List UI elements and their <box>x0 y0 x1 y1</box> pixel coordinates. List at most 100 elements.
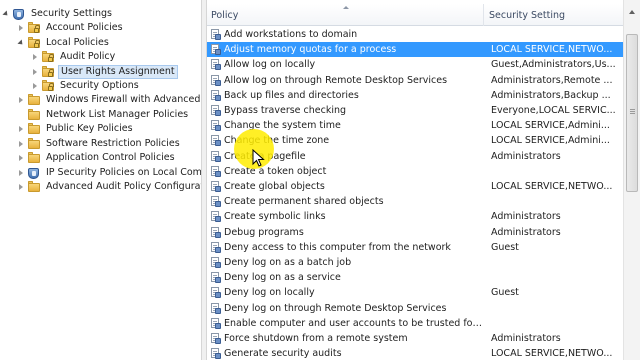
tree-item-security-settings[interactable]: Security Settings <box>2 7 114 21</box>
tree-item-label: Network List Manager Policies <box>46 109 189 120</box>
table-row[interactable]: Create symbolic links Administrators <box>207 209 623 224</box>
policy-name-cell: Deny log on as a service <box>224 272 341 283</box>
policy-name-cell: Bypass traverse checking <box>224 105 347 116</box>
table-row[interactable]: Debug programs Administrators <box>207 225 623 240</box>
expand-arrow-icon[interactable] <box>17 125 25 133</box>
tree-item-windows-firewall[interactable]: Windows Firewall with Advanced Sec <box>17 93 201 107</box>
policy-icon <box>211 333 221 344</box>
tree-item-local-policies[interactable]: Local Policies <box>17 36 111 50</box>
table-row[interactable]: Create global objects LOCAL SERVICE,NETWO… <box>207 179 623 194</box>
tree-item-ip-security[interactable]: IP Security Policies on Local Compute <box>17 166 201 180</box>
table-row[interactable]: Allow log on through Remote Desktop Serv… <box>207 73 623 88</box>
security-setting-cell: LOCAL SERVICE,Admini... <box>491 135 610 146</box>
policy-icon <box>211 287 221 298</box>
policy-name-cell: Adjust memory quotas for a process <box>224 44 397 55</box>
scroll-up-arrow-icon[interactable] <box>624 4 640 20</box>
policy-icon <box>211 196 221 207</box>
tree-item-public-key-policies[interactable]: Public Key Policies <box>17 122 135 136</box>
table-row[interactable]: Adjust memory quotas for a process LOCAL … <box>207 42 623 57</box>
folder-icon <box>28 152 40 163</box>
folder-icon <box>28 181 40 192</box>
column-header-label: Security Setting <box>489 10 566 21</box>
tree-item-network-list-manager[interactable]: Network List Manager Policies <box>17 108 190 122</box>
expand-arrow-icon[interactable] <box>17 183 25 191</box>
security-setting-cell: Guest <box>491 242 519 253</box>
tree-item-label: Audit Policy <box>60 51 116 62</box>
policy-icon <box>211 257 221 268</box>
tree-item-label: Security Settings <box>31 8 112 19</box>
table-row[interactable]: Back up files and directories Administrat… <box>207 88 623 103</box>
security-setting-cell: LOCAL SERVICE,NETWO... <box>491 181 613 192</box>
expand-arrow-icon[interactable] <box>17 154 25 162</box>
policy-name-cell: Generate security audits <box>224 348 342 359</box>
table-row[interactable]: Add workstations to domain <box>207 27 623 42</box>
table-row[interactable]: Deny log on through Remote Desktop Servi… <box>207 301 623 316</box>
expand-arrow-icon[interactable] <box>31 82 39 90</box>
folder-icon <box>28 138 40 149</box>
table-row[interactable]: Change the system time LOCAL SERVICE,Admi… <box>207 118 623 133</box>
policy-icon <box>211 120 221 131</box>
tree-item-label: Application Control Policies <box>46 152 175 163</box>
policy-name-cell: Deny log on through Remote Desktop Servi… <box>224 303 447 314</box>
tree-item-application-control[interactable]: Application Control Policies <box>17 151 177 165</box>
expand-arrow-icon[interactable] <box>31 68 39 76</box>
table-row[interactable]: Allow log on locally Guest,Administrators… <box>207 57 623 72</box>
table-row[interactable]: Create permanent shared objects <box>207 194 623 209</box>
table-row[interactable]: Deny access to this computer from the ne… <box>207 240 623 255</box>
policy-icon <box>211 272 221 283</box>
column-header-label: Policy <box>211 10 239 21</box>
security-setting-cell: LOCAL SERVICE,NETWO... <box>491 348 613 359</box>
policy-name-cell: Deny log on as a batch job <box>224 257 352 268</box>
collapse-arrow-icon[interactable] <box>17 39 25 47</box>
expand-arrow-icon[interactable] <box>31 53 39 61</box>
expand-arrow-icon[interactable] <box>17 140 25 148</box>
policy-name-cell: Create global objects <box>224 181 325 192</box>
policy-icon <box>211 303 221 314</box>
collapse-arrow-icon[interactable] <box>2 10 10 18</box>
table-row[interactable]: Create a token object <box>207 164 623 179</box>
tree-item-advanced-audit[interactable]: Advanced Audit Policy Configuration <box>17 180 201 194</box>
table-row[interactable]: Deny log on as a service <box>207 270 623 285</box>
scrollbar-thumb[interactable] <box>626 34 638 192</box>
policy-name-cell: Allow log on through Remote Desktop Serv… <box>224 75 448 86</box>
folder-lock-icon <box>28 37 40 48</box>
folder-icon <box>28 94 40 105</box>
tree-item-user-rights-assignment[interactable]: User Rights Assignment <box>31 65 178 79</box>
column-header-security-setting[interactable]: Security Setting <box>485 4 623 26</box>
table-row[interactable]: Deny log on as a batch job <box>207 255 623 270</box>
folder-lock-icon <box>42 80 54 91</box>
list-header: Policy Security Setting <box>207 4 623 26</box>
table-row[interactable]: Force shutdown from a remote system Admin… <box>207 331 623 346</box>
tree-item-security-options[interactable]: Security Options <box>31 79 141 93</box>
table-row[interactable]: Bypass traverse checking Everyone,LOCAL S… <box>207 103 623 118</box>
tree-item-account-policies[interactable]: Account Policies <box>17 21 125 35</box>
policy-icon <box>211 242 221 253</box>
table-row[interactable]: Generate security audits LOCAL SERVICE,NE… <box>207 346 623 360</box>
policy-icon <box>211 44 221 55</box>
tree-item-label: IP Security Policies on Local Compute <box>46 167 201 178</box>
policy-name-cell: Allow log on locally <box>224 59 316 70</box>
security-setting-cell: Guest,Administrators,Us... <box>491 59 616 70</box>
tree-item-audit-policy[interactable]: Audit Policy <box>31 50 117 64</box>
policy-name-cell: Force shutdown from a remote system <box>224 333 408 344</box>
tree-item-label: Advanced Audit Policy Configuration <box>46 181 201 192</box>
policy-name-cell: Create permanent shared objects <box>224 196 384 207</box>
policy-icon <box>211 75 221 86</box>
policy-name-cell: Deny log on locally <box>224 287 315 298</box>
table-row[interactable]: Enable computer and user accounts to be … <box>207 316 623 331</box>
security-setting-cell: Administrators <box>491 227 561 238</box>
security-setting-cell: Administrators <box>491 333 561 344</box>
column-header-policy[interactable]: Policy <box>207 4 484 26</box>
table-row[interactable]: Deny log on locally Guest <box>207 285 623 300</box>
security-setting-cell: Administrators <box>491 151 561 162</box>
expand-arrow-icon[interactable] <box>17 169 25 177</box>
policy-icon <box>211 59 221 70</box>
security-setting-cell: Administrators,Backup ... <box>491 90 611 101</box>
expand-arrow-icon[interactable] <box>17 96 25 104</box>
vertical-scrollbar[interactable] <box>623 0 640 360</box>
policy-name-cell: Debug programs <box>224 227 304 238</box>
tree-item-software-restriction[interactable]: Software Restriction Policies <box>17 137 182 151</box>
expand-arrow-icon[interactable] <box>17 24 25 32</box>
shield-icon <box>13 9 25 20</box>
mouse-pointer-icon <box>252 149 265 167</box>
